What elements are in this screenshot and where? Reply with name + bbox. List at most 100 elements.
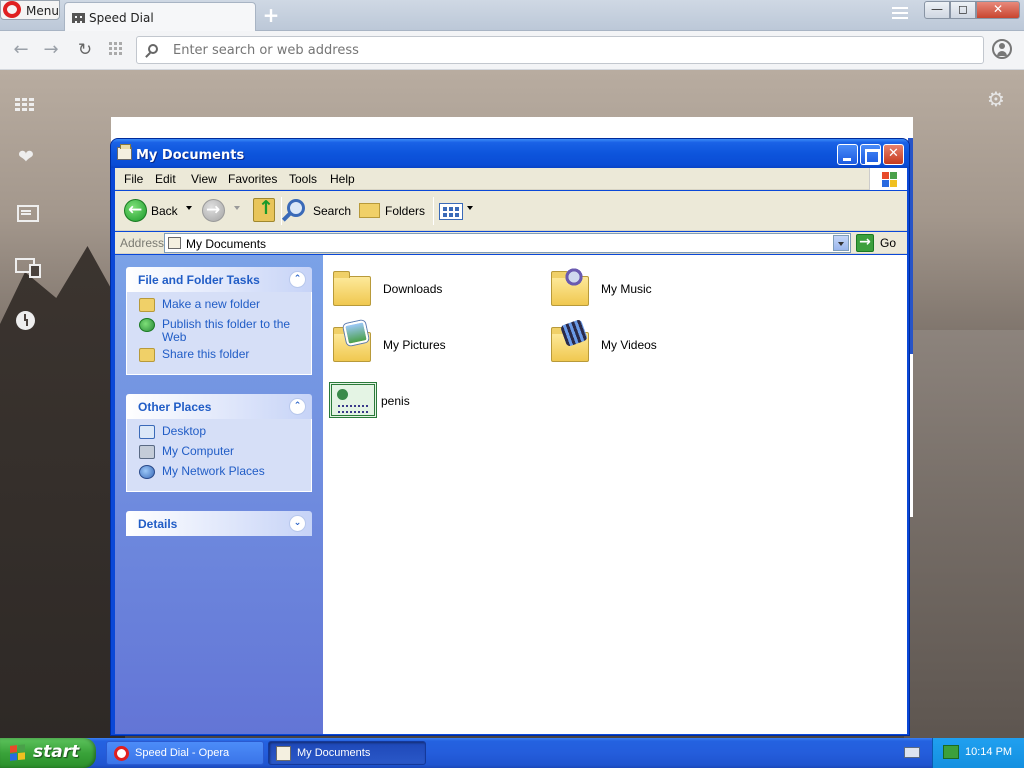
file-folder-tasks-header[interactable]: File and Folder Tasks ⌃ — [126, 267, 312, 292]
file-item-downloads[interactable]: Downloads — [331, 266, 541, 316]
taskbar-item-my-documents[interactable]: My Documents — [268, 741, 426, 765]
menu-file[interactable]: File — [124, 172, 143, 186]
search-input[interactable] — [173, 42, 953, 59]
back-icon[interactable] — [124, 199, 147, 222]
go-button[interactable]: → Go — [856, 233, 904, 253]
folder-contents: Downloads My Music My Pictures My Videos… — [323, 255, 907, 734]
file-name: penis — [381, 394, 410, 408]
back-arrow-icon[interactable]: ← — [10, 39, 32, 61]
news-icon[interactable] — [15, 203, 39, 223]
details-header[interactable]: Details ⌄ — [126, 511, 312, 536]
explorer-window: My Documents ✕ File Edit View Favorites … — [110, 138, 910, 736]
forward-dropdown-icon[interactable] — [234, 206, 240, 210]
menu-help[interactable]: Help — [330, 172, 355, 186]
panel-title: Other Places — [138, 400, 212, 414]
my-computer-link[interactable]: My Computer — [127, 445, 311, 465]
file-name: Downloads — [383, 282, 443, 296]
search-icon[interactable] — [287, 199, 305, 217]
collapse-chevron-icon[interactable]: ⌃ — [289, 271, 306, 288]
forward-icon[interactable] — [202, 199, 225, 222]
search-button-label[interactable]: Search — [313, 204, 351, 218]
opera-logo-icon — [3, 1, 21, 18]
address-label: Address — [120, 236, 165, 250]
sync-icon[interactable] — [15, 258, 41, 278]
link-label: Share this folder — [162, 347, 250, 361]
share-folder-link[interactable]: Share this folder — [127, 348, 311, 368]
file-folder-tasks-panel: File and Folder Tasks ⌃ Make a new folde… — [126, 267, 312, 375]
minimize-button[interactable] — [837, 144, 858, 165]
panel-title: File and Folder Tasks — [138, 273, 260, 287]
menu-view[interactable]: View — [191, 172, 217, 186]
address-search-bar[interactable] — [136, 36, 984, 64]
folder-icon — [331, 266, 375, 310]
music-folder-icon — [549, 266, 593, 310]
history-clock-icon[interactable] — [16, 311, 35, 330]
toolbar-separator — [433, 197, 434, 225]
publish-folder-link[interactable]: Publish this folder to the Web — [127, 318, 311, 348]
panel-title: Details — [138, 517, 178, 531]
file-item-my-videos[interactable]: My Videos — [549, 318, 759, 372]
address-field[interactable]: My Documents — [164, 233, 851, 253]
browser-close-button[interactable]: ✕ — [976, 1, 1020, 19]
keyboard-icon[interactable] — [904, 747, 920, 758]
views-dropdown-icon[interactable] — [467, 206, 473, 210]
tab-speed-dial[interactable]: Speed Dial — [64, 2, 256, 31]
clock[interactable]: 10:14 PM — [965, 746, 1012, 758]
other-places-header[interactable]: Other Places ⌃ — [126, 394, 312, 419]
folders-icon[interactable] — [359, 203, 380, 218]
start-button[interactable]: start — [0, 738, 96, 768]
folders-button-label[interactable]: Folders — [385, 204, 425, 218]
share-folder-icon — [139, 348, 155, 362]
explorer-title-bar[interactable]: My Documents ✕ — [111, 139, 909, 168]
windows-logo-icon — [10, 744, 27, 762]
taskbar-item-label: Speed Dial - Opera — [135, 747, 230, 759]
close-button[interactable]: ✕ — [883, 144, 904, 165]
file-item-penis[interactable]: penis — [329, 378, 539, 428]
publish-web-icon — [139, 318, 155, 332]
reload-icon[interactable]: ↻ — [74, 39, 96, 61]
window-title: My Documents — [136, 148, 245, 163]
windows-flag-icon — [869, 168, 907, 190]
maximize-button[interactable] — [860, 144, 881, 165]
address-value[interactable]: My Documents — [186, 237, 266, 251]
make-new-folder-link[interactable]: Make a new folder — [127, 298, 311, 318]
collapse-chevron-icon[interactable]: ⌃ — [289, 398, 306, 415]
speed-dial-grid-icon[interactable] — [15, 95, 37, 115]
browser-minimize-button[interactable]: — — [924, 1, 950, 19]
address-dropdown-icon[interactable] — [833, 235, 849, 251]
file-name: My Music — [601, 282, 652, 296]
speed-dial-button[interactable] — [109, 42, 123, 55]
network-icon[interactable] — [943, 745, 959, 759]
back-button-label[interactable]: Back — [151, 204, 178, 218]
search-icon — [148, 44, 158, 54]
gear-icon[interactable]: ⚙ — [986, 89, 1006, 109]
my-network-places-link[interactable]: My Network Places — [127, 465, 311, 485]
menu-edit[interactable]: Edit — [155, 172, 176, 186]
task-pane: File and Folder Tasks ⌃ Make a new folde… — [115, 255, 323, 734]
link-label: Make a new folder — [162, 297, 261, 311]
expand-chevron-icon[interactable]: ⌄ — [289, 515, 306, 532]
heart-icon[interactable]: ❤ — [15, 146, 37, 168]
views-icon[interactable] — [439, 203, 463, 220]
desktop-icon — [139, 425, 155, 439]
file-item-my-pictures[interactable]: My Pictures — [331, 319, 541, 372]
new-folder-icon — [139, 298, 155, 312]
menu-favorites[interactable]: Favorites — [228, 172, 277, 186]
taskbar-item-opera[interactable]: Speed Dial - Opera — [106, 741, 264, 765]
desktop-link[interactable]: Desktop — [127, 425, 311, 445]
forward-arrow-icon[interactable]: → — [40, 39, 62, 61]
tab-menu-button[interactable] — [892, 7, 908, 21]
menu-tools[interactable]: Tools — [289, 172, 317, 186]
new-tab-button[interactable]: + — [262, 5, 280, 25]
link-label: My Computer — [162, 444, 235, 458]
system-tray: 10:14 PM — [932, 738, 1024, 768]
file-item-my-music[interactable]: My Music — [549, 266, 759, 316]
opera-menu-button[interactable]: Menu — [0, 0, 60, 20]
back-dropdown-icon[interactable] — [186, 206, 192, 210]
account-icon[interactable] — [992, 39, 1012, 59]
opera-tab-bar: Menu Speed Dial + — ◻ ✕ — [0, 0, 1024, 31]
explorer-toolbar: Back Search Folders — [115, 191, 907, 231]
browser-maximize-button[interactable]: ◻ — [950, 1, 976, 19]
up-folder-icon[interactable] — [253, 197, 275, 222]
my-documents-icon — [117, 144, 132, 160]
